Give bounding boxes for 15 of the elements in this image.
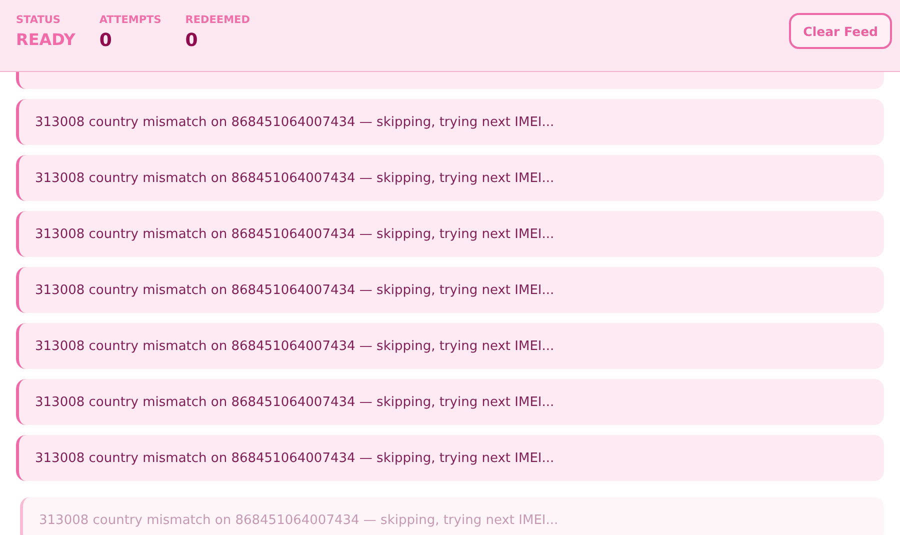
log-entry: 313008 country mismatch on 868451064007434 — skipping, trying next IMEI... bbox=[16, 99, 884, 145]
stat-value: 0 bbox=[185, 30, 199, 51]
stat-label: STATUS bbox=[16, 14, 62, 26]
log-entry: 313008 country mismatch on 868451064007434 — skipping, trying next IMEI... bbox=[16, 379, 884, 425]
stat-value: 0 bbox=[99, 30, 113, 51]
stat-value: READY bbox=[16, 30, 76, 49]
stat-label: ATTEMPTS bbox=[99, 14, 162, 26]
clear-feed-button[interactable]: Clear Feed bbox=[789, 13, 892, 49]
log-entry: 313008 country mismatch on 868451064007434 — skipping, trying next IMEI... bbox=[16, 435, 884, 481]
log-entry: 313008 country mismatch on 868451064007434 — skipping, trying next IMEI... bbox=[16, 323, 884, 369]
log-entry: 313008 country mismatch on 868451064007434 — skipping, trying next IMEI... bbox=[16, 155, 884, 201]
log-entry: 313008 country mismatch on 868451064007434 — skipping, trying next IMEI... bbox=[16, 211, 884, 257]
stat-label: REDEEMED bbox=[185, 14, 250, 26]
log-entry: 313008 country mismatch on 868451064007434 — skipping, trying next IMEI... bbox=[20, 497, 884, 535]
log-entry: 313008 country mismatch on 868451064007434 — skipping, trying next IMEI... bbox=[16, 267, 884, 313]
